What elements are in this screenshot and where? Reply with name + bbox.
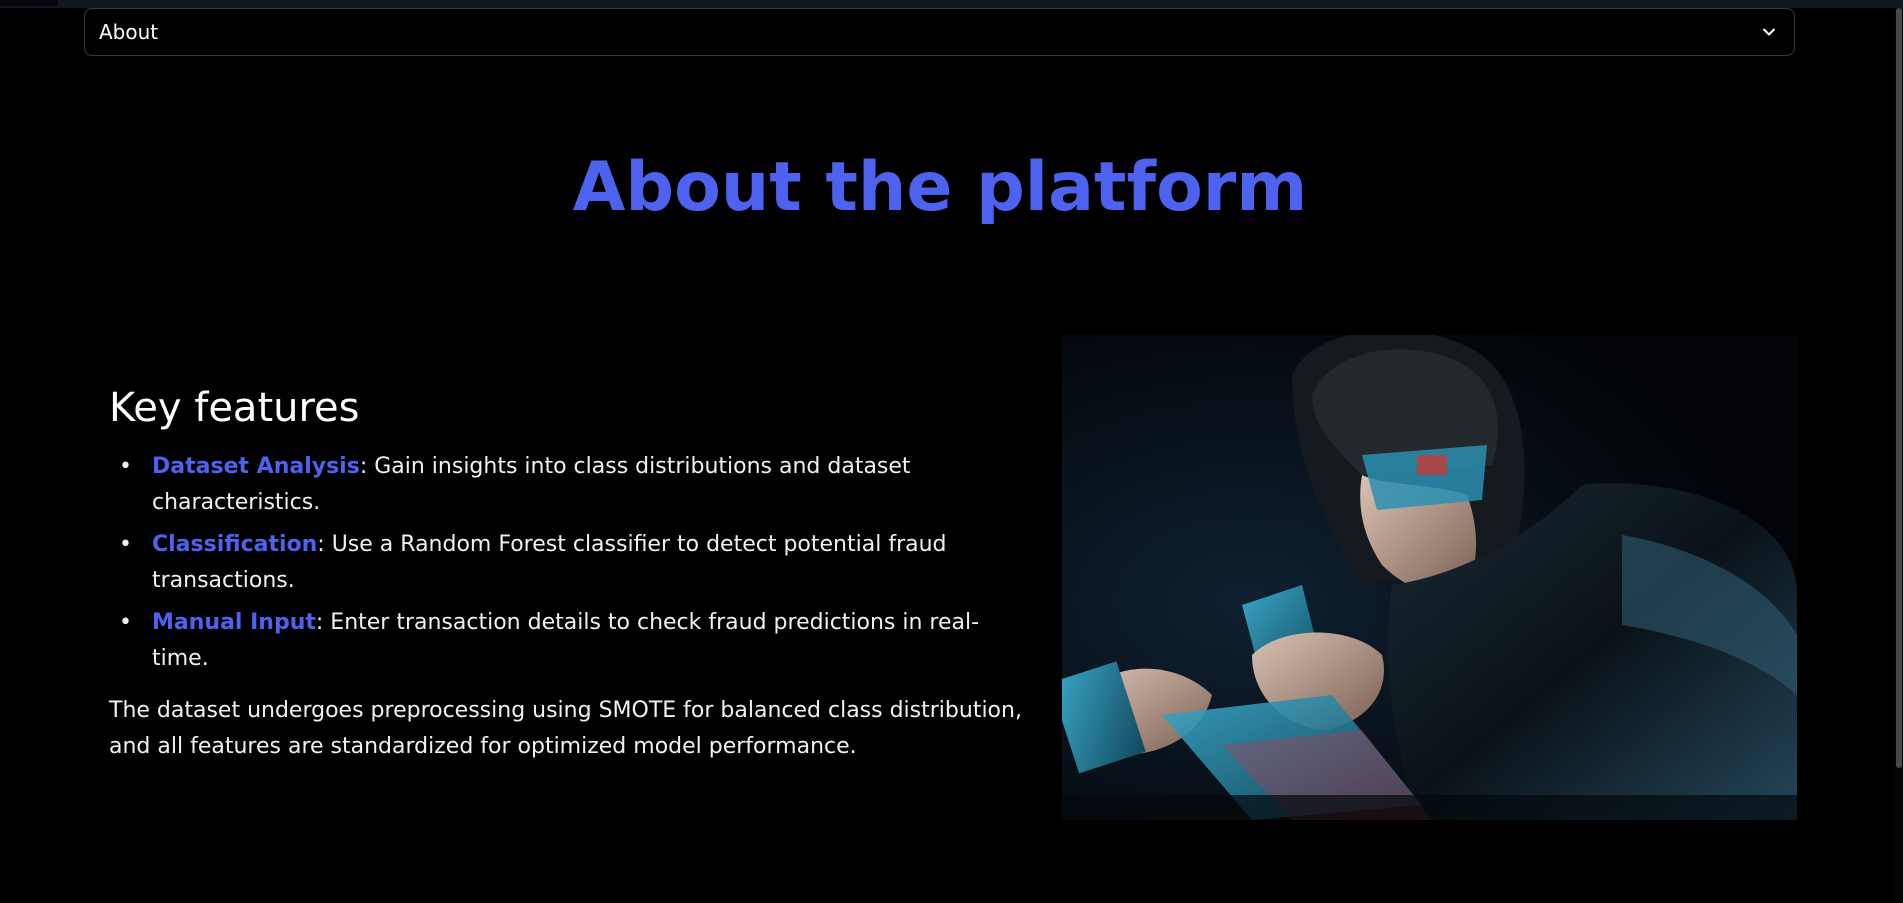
hooded-fraudster-image xyxy=(1062,335,1797,820)
page-scrollbar[interactable] xyxy=(1895,8,1903,903)
feature-item-manual-input: • Manual Input: Enter transaction details… xyxy=(119,605,1029,677)
page-select-value: About xyxy=(99,20,159,44)
scrollbar-thumb[interactable] xyxy=(1896,8,1902,768)
browser-top-bar xyxy=(0,0,1903,8)
feature-term: Manual Input xyxy=(152,610,316,635)
page-title: About the platform xyxy=(572,148,1308,227)
bullet-icon: • xyxy=(119,532,132,557)
top-bar-corner xyxy=(0,0,58,6)
bullet-icon: • xyxy=(119,454,132,479)
page-select-dropdown[interactable]: About xyxy=(84,8,1795,56)
feature-term: Classification xyxy=(152,532,318,557)
key-features-heading: Key features xyxy=(109,385,360,431)
feature-list: • Dataset Analysis: Gain insights into cl… xyxy=(109,449,1029,677)
feature-term: Dataset Analysis xyxy=(152,454,360,479)
feature-item-classification: • Classification: Use a Random Forest cla… xyxy=(119,527,1029,599)
bullet-icon: • xyxy=(119,610,132,635)
feature-item-dataset-analysis: • Dataset Analysis: Gain insights into cl… xyxy=(119,449,1029,521)
chevron-down-icon[interactable] xyxy=(1758,21,1780,43)
key-features-section: Key features • Dataset Analysis: Gain ins… xyxy=(109,385,1029,765)
preprocessing-summary: The dataset undergoes preprocessing usin… xyxy=(109,698,1022,759)
